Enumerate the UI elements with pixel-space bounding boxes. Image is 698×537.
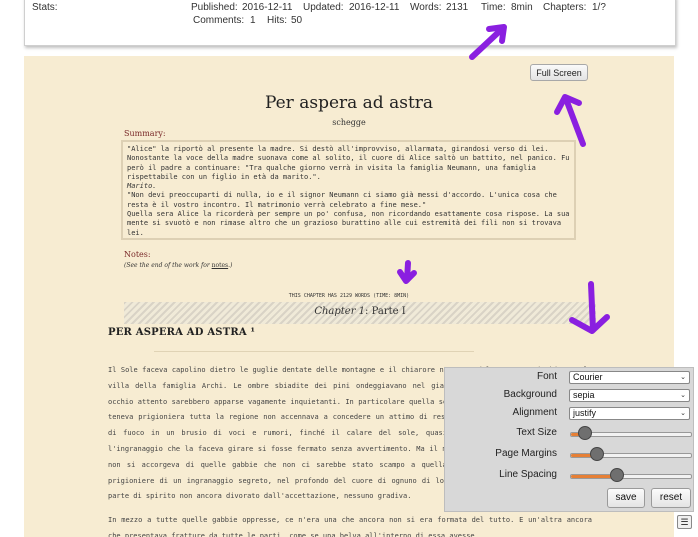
- annotation-arrows: [397, 24, 610, 334]
- annotation-arrow-icon: [554, 94, 586, 147]
- annotation-arrow-icon: [569, 281, 610, 334]
- annotation-arrow-icon: [397, 260, 417, 284]
- annotation-arrow-icon: [469, 24, 507, 60]
